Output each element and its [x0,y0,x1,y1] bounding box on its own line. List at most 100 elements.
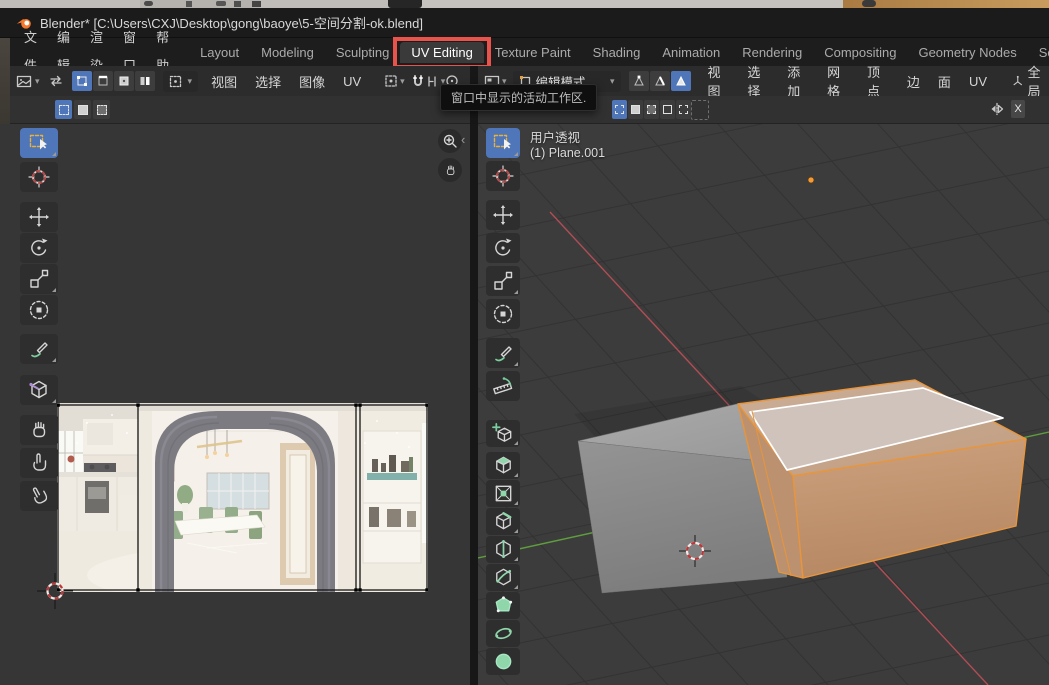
edge-select-icon [654,75,666,87]
tool-extra-toggle[interactable] [691,100,709,120]
tool-rip-region[interactable] [20,375,58,405]
tab-texture-paint[interactable]: Texture Paint [484,42,582,63]
tool-loop-cut[interactable] [486,536,520,563]
transform-orientation-dropdown[interactable]: 全局 [1012,62,1049,100]
mesh-select-mode-face[interactable] [671,71,691,91]
uv-menu-image[interactable]: 图像 [290,72,334,91]
uv-2d-cursor[interactable] [35,571,75,611]
zoom-gizmo-button[interactable] [438,129,462,153]
tab-geometry-nodes[interactable]: Geometry Nodes [907,42,1027,63]
editor-type-dropdown[interactable]: ▾ [16,74,40,89]
tab-script[interactable]: Script [1028,42,1049,63]
tool-cursor-3d[interactable] [486,161,520,191]
tool-scale[interactable] [20,264,58,294]
tool-transform[interactable] [486,299,520,329]
tool-bevel[interactable] [486,508,520,535]
v3d-menu-vertex[interactable]: 顶点 [858,62,898,100]
tool-transform[interactable] [20,295,58,325]
uv-select-mode-group [72,71,155,91]
relax-finger-icon [27,451,51,475]
v3d-menu-add[interactable]: 添加 [778,62,818,100]
v3d-menu-uv[interactable]: UV [960,74,996,89]
island-select-icon [139,75,151,87]
sticky-selection-dropdown[interactable]: ▾ [163,71,199,92]
select-op-new[interactable] [55,100,72,119]
mirror-icon [989,102,1005,116]
tab-rendering[interactable]: Rendering [731,42,813,63]
select-op-extend[interactable] [628,100,643,119]
v3d-menu-edge[interactable]: 边 [898,72,929,91]
select-op-subtract[interactable] [644,100,659,119]
cursor-3d-icon [491,164,515,188]
tool-grab[interactable] [20,415,58,445]
box-intersect-icon [679,105,688,114]
tool-annotate[interactable] [486,338,520,368]
object-origin-dot [808,177,814,183]
mirror-x-toggle[interactable]: X [1011,100,1025,118]
mesh-select-mode-edge[interactable] [650,71,670,91]
tool-move[interactable] [20,202,58,232]
tool-move[interactable] [486,200,520,230]
select-op-invert[interactable] [660,100,675,119]
select-op-subtract[interactable] [93,100,110,119]
v3d-menu-view[interactable]: 视图 [699,62,739,100]
uv-editor-header: ▾ [10,66,470,96]
tool-smooth[interactable] [486,648,520,675]
mirror-options: X [989,100,1025,118]
uv-image-panorama[interactable] [57,403,428,592]
tool-rotate[interactable] [486,233,520,263]
tool-poly-build[interactable] [486,592,520,619]
tool-rotate[interactable] [20,233,58,263]
snap-toggle[interactable] [411,74,425,88]
tab-uv-editing[interactable]: UV Editing [400,42,483,63]
image-editor-icon [16,74,33,89]
orientation-label: 全局 [1028,62,1049,100]
mesh-select-mode-vertex[interactable] [629,71,649,91]
v3d-menu-mesh[interactable]: 网格 [818,62,858,100]
pan-hand-icon [443,163,458,178]
uv-editor-viewport[interactable]: ‹ [0,124,470,685]
pivot-point-dropdown[interactable]: ▾ [384,74,405,88]
uv-select-mode-face[interactable] [114,71,134,91]
tool-pinch[interactable] [20,481,58,511]
tool-knife[interactable] [486,564,520,591]
tool-add-cube[interactable] [486,420,520,447]
workspace-tabs: Layout Modeling Sculpting UV Editing Tex… [189,42,1049,63]
tool-scale[interactable] [486,266,520,296]
uv-menu-uv[interactable]: UV [334,74,370,89]
tab-sculpting[interactable]: Sculpting [325,42,400,63]
tab-animation[interactable]: Animation [651,42,731,63]
tab-shading[interactable]: Shading [582,42,652,63]
select-op-intersect[interactable] [676,100,691,119]
uv-sync-selection-toggle[interactable] [48,74,64,88]
uv-select-mode-vertex[interactable] [72,71,92,91]
tool-measure[interactable] [486,371,520,401]
uv-menu-select[interactable]: 选择 [246,72,290,91]
uv-select-mode-edge[interactable] [93,71,113,91]
tool-inset-faces[interactable] [486,480,520,507]
v3d-menu-face[interactable]: 面 [929,72,960,91]
select-op-extend[interactable] [74,100,91,119]
tool-box-select[interactable] [486,128,520,158]
v3d-menu-select[interactable]: 选择 [738,62,778,100]
region-collapse-chevron[interactable]: ‹ [461,132,465,147]
tool-box-select[interactable] [20,128,58,158]
tab-layout[interactable]: Layout [189,42,250,63]
tool-cursor-2d[interactable] [20,162,58,192]
tab-modeling[interactable]: Modeling [250,42,325,63]
editor-divider[interactable] [470,66,478,685]
tool-spin[interactable] [486,620,520,647]
background-window-strip [0,0,1049,8]
tool-extrude-region[interactable] [486,452,520,479]
workspace-tooltip: 窗口中显示的活动工作区. [440,84,597,111]
window-edge-strip [0,38,10,124]
tool-relax[interactable] [20,448,58,478]
tool-annotate[interactable] [20,334,58,364]
tab-compositing[interactable]: Compositing [813,42,907,63]
pan-gizmo-button[interactable] [438,158,462,182]
viewport-3d[interactable]: 用户透视 (1) Plane.001 [478,124,1049,685]
select-op-new[interactable] [612,100,627,119]
blender-window: Blender* [C:\Users\CXJ\Desktop\gong\baoy… [0,0,1049,685]
uv-select-mode-island[interactable] [135,71,155,91]
uv-menu-view[interactable]: 视图 [202,72,246,91]
